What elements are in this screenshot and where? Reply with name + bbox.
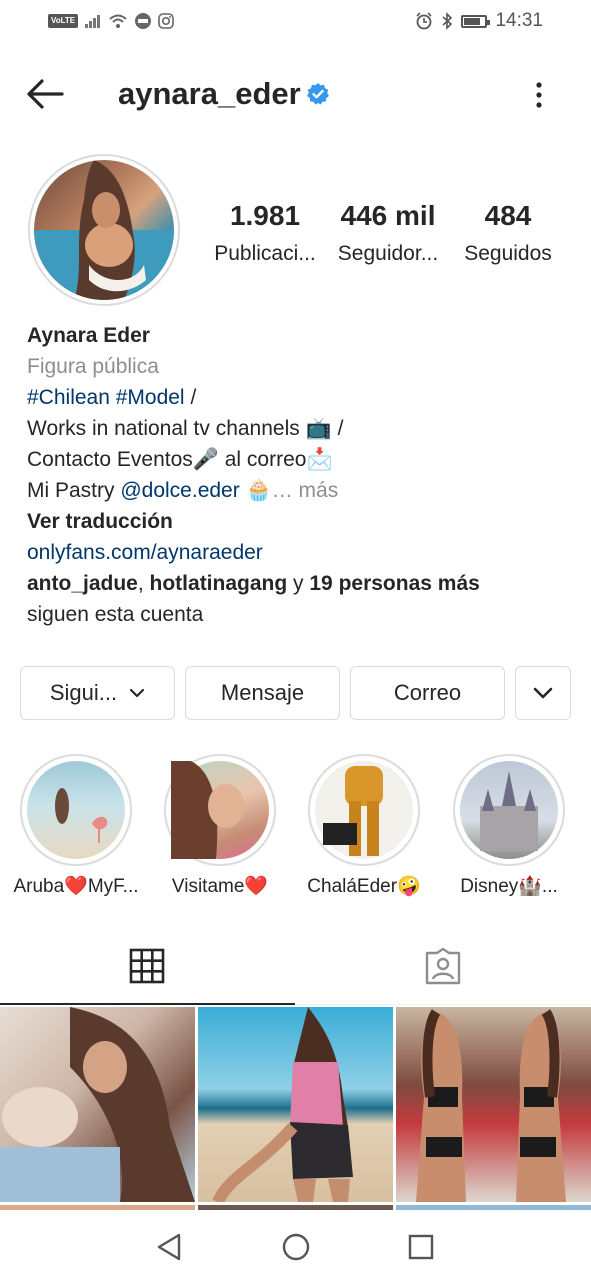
profile-tabs (0, 936, 591, 1005)
stat-followers-label: Seguidor... (337, 242, 439, 265)
active-tab-indicator (0, 1003, 295, 1005)
profile-full-name: Aynara Eder (27, 324, 150, 347)
bio-mention[interactable]: @dolce.eder (120, 479, 239, 502)
volte-badge: VoLTE (48, 14, 79, 28)
alarm-icon (416, 12, 433, 30)
system-nav-bar (0, 1210, 591, 1280)
followed-by-suffix: siguen esta cuenta (27, 603, 204, 626)
stat-following-label: Seguidos (464, 242, 552, 265)
highlight-caption: Visitame❤️ (171, 876, 269, 897)
signal-icon (85, 15, 101, 28)
stat-following-count: 484 (484, 200, 532, 231)
suggested-accounts-button[interactable] (515, 666, 571, 720)
highlight-ring (20, 754, 132, 866)
following-button[interactable]: Sigui... (20, 666, 175, 720)
stat-posts-label: Publicaci... (214, 242, 316, 265)
kebab-icon[interactable] (527, 80, 551, 110)
highlight-cover (27, 761, 125, 859)
highlight-ring (453, 754, 565, 866)
grid-post[interactable] (198, 1007, 393, 1205)
highlight-cover (315, 761, 413, 859)
highlight-caption: ChaláEder🤪 (307, 876, 421, 897)
bluetooth-icon (442, 12, 453, 30)
bio-hashtags-suffix: / (184, 386, 197, 409)
message-button[interactable]: Mensaje (185, 666, 340, 720)
highlight-visitame[interactable]: Visitame❤️ (164, 754, 276, 897)
chevron-down-icon (533, 687, 553, 699)
highlight-caption: Aruba❤️MyF... (13, 876, 139, 897)
status-bar: VoLTE 14:31 (0, 0, 591, 44)
highlight-ring (164, 754, 276, 866)
highlight-disney[interactable]: Disney🏰... (453, 754, 565, 897)
bio-pastry-emoji: 🧁 (239, 479, 272, 502)
status-right: 14:31 (415, 10, 543, 32)
stat-posts[interactable]: 1.981 Publicaci... (205, 200, 325, 266)
highlight-caption: Disney🏰... (460, 876, 558, 897)
followed-by-user-2: hotlatinagang (149, 572, 288, 595)
profile-category: Figura pública (27, 355, 159, 378)
wifi-icon (109, 14, 127, 28)
followed-by-more: 19 personas más (309, 572, 480, 595)
followed-by-sep: , (137, 572, 150, 595)
status-time: 14:31 (495, 10, 543, 31)
profile-header: aynara_eder (0, 60, 591, 128)
bio-hashtags[interactable]: #Chilean #Model (27, 386, 185, 409)
home-circle-icon[interactable] (281, 1232, 311, 1262)
followed-by-user-1: anto_jadue (27, 572, 138, 595)
arrow-left-icon[interactable] (24, 74, 68, 114)
bio-pastry-prefix: Mi Pastry (27, 479, 121, 502)
followed-by-line[interactable]: anto_jadue, hotlatinagang y 19 personas … (27, 568, 567, 599)
bio-more-link[interactable]: … más (272, 479, 339, 502)
bio-line-contact: Contacto Eventos🎤 al correo📩 (27, 448, 333, 471)
followed-by-and: y (287, 572, 310, 595)
bio-hashtags-line: #Chilean #Model / (27, 382, 567, 413)
battery-icon (461, 14, 491, 28)
verified-badge-icon (307, 83, 329, 105)
stat-followers[interactable]: 446 mil Seguidor... (330, 200, 446, 266)
stat-followers-count: 446 mil (340, 200, 436, 231)
avatar-photo (34, 160, 174, 300)
recents-square-icon[interactable] (407, 1233, 435, 1261)
bio-website-link[interactable]: onlyfans.com/aynaraeder (27, 537, 567, 568)
grid-post-image (0, 1007, 195, 1202)
see-translation-link[interactable]: Ver traducción (27, 506, 567, 537)
grid-post-image (212, 1007, 353, 1205)
stat-following[interactable]: 484 Seguidos (452, 200, 564, 266)
email-button[interactable]: Correo (350, 666, 505, 720)
grid-post-image (416, 1009, 566, 1202)
profile-username: aynara_eder (118, 76, 301, 111)
grid-icon[interactable] (129, 948, 165, 984)
highlight-aruba[interactable]: Aruba❤️MyF... (13, 754, 139, 897)
bio-line-pastry: Mi Pastry @dolce.eder 🧁… más (27, 475, 567, 506)
email-button-label: Correo (393, 680, 462, 705)
following-button-label: Sigui... (49, 680, 118, 705)
grid-post[interactable] (0, 1007, 195, 1202)
tagged-person-icon[interactable] (424, 947, 462, 985)
chevron-down-icon (130, 688, 145, 698)
status-left: VoLTE (48, 12, 174, 30)
highlight-ring (308, 754, 420, 866)
highlight-cover (460, 761, 558, 859)
bio-line-tv: Works in national tv channels 📺 / (27, 417, 344, 440)
message-button-label: Mensaje (220, 680, 305, 705)
back-triangle-icon[interactable] (155, 1232, 183, 1262)
data-saver-icon (135, 13, 152, 29)
highlight-chala-eder[interactable]: ChaláEder🤪 (307, 754, 421, 897)
grid-post[interactable] (396, 1007, 591, 1202)
profile-bio: Aynara Eder Figura pública #Chilean #Mod… (27, 320, 567, 630)
instagram-notification-icon (158, 13, 174, 29)
stat-posts-count: 1.981 (229, 200, 301, 231)
avatar[interactable] (34, 160, 174, 300)
highlight-cover (171, 761, 269, 859)
